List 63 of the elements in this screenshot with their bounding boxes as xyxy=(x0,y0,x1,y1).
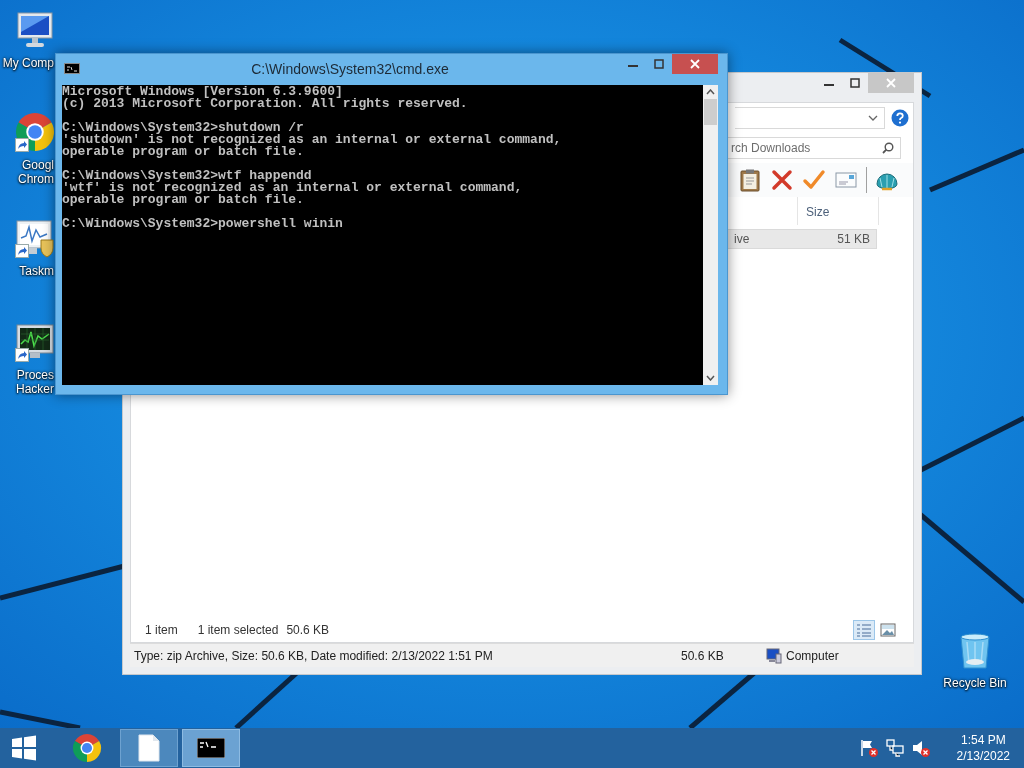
console-icon xyxy=(64,63,80,74)
file-row[interactable]: ive 51 KB xyxy=(727,229,877,249)
shortcut-icon xyxy=(15,244,29,258)
location-text: Computer xyxy=(786,648,839,663)
browser-icon xyxy=(72,733,102,763)
scroll-up-icon[interactable] xyxy=(706,89,715,95)
search-placeholder: rch Downloads xyxy=(731,141,811,155)
delete-icon[interactable] xyxy=(770,168,794,192)
maximize-icon xyxy=(654,59,664,69)
console-line: C:\Windows\System32>shutdown /r xyxy=(62,122,305,134)
speaker-icon[interactable] xyxy=(910,738,931,758)
image-icon xyxy=(880,623,896,637)
size-text: 50.6 KB xyxy=(680,648,725,663)
document-icon xyxy=(138,734,160,762)
console-line: operable program or batch file. xyxy=(62,146,305,158)
chevron-down-icon[interactable] xyxy=(868,115,878,121)
file-details-text: Type: zip Archive, Size: 50.6 KB, Date modified: 2/13/2022 1:51 PM xyxy=(133,648,494,663)
console-line: operable program or batch file. xyxy=(62,194,305,206)
status-text: 1 item xyxy=(145,623,178,637)
icon-label[interactable]: Recycle Bin xyxy=(943,676,1007,690)
help-icon[interactable] xyxy=(891,109,909,127)
status-text: 50.6 KB xyxy=(286,623,330,637)
computer-icon xyxy=(766,647,782,664)
taskbar-button[interactable] xyxy=(182,729,240,767)
scrollbar[interactable] xyxy=(703,85,718,385)
clock-date[interactable]: 2/13/2022 xyxy=(956,748,1010,764)
close-icon xyxy=(690,59,700,69)
shortcut-icon xyxy=(15,138,29,152)
console-icon xyxy=(197,738,225,758)
clipboard-icon[interactable] xyxy=(738,168,762,192)
icon-label[interactable]: Chrom xyxy=(18,172,54,186)
icon-label[interactable]: Hacker xyxy=(16,382,54,396)
preview-view-button[interactable] xyxy=(877,620,899,640)
console-line: 'shutdown' is not recognized as an internal or external command, xyxy=(62,134,563,146)
checkmark-icon[interactable] xyxy=(802,168,826,192)
scroll-down-icon[interactable] xyxy=(706,375,715,381)
search-icon[interactable] xyxy=(882,142,894,154)
window-title: C:\Windows\System32\cmd.exe xyxy=(250,60,450,77)
close-icon xyxy=(886,78,896,88)
icon-label[interactable]: Taskm xyxy=(19,264,54,278)
network-icon[interactable] xyxy=(884,738,905,758)
column-header[interactable]: Size xyxy=(797,197,879,225)
computer-icon[interactable] xyxy=(15,10,55,50)
windows-logo-icon xyxy=(11,735,37,761)
flag-icon[interactable] xyxy=(858,738,879,758)
close-button[interactable] xyxy=(672,54,718,74)
console-line: Microsoft Windows [Version 6.3.9600] xyxy=(62,86,344,98)
file-cell-text: ive xyxy=(734,232,750,246)
maximize-icon xyxy=(850,78,860,88)
icon-label[interactable]: Proces xyxy=(16,368,54,382)
scroll-thumb[interactable] xyxy=(704,99,717,125)
shortcut-icon xyxy=(15,348,29,362)
details-view-icon xyxy=(856,623,872,637)
console-line: C:\Windows\System32>wtf happendd xyxy=(62,170,312,182)
console-line: (c) 2013 Microsoft Corporation. All rights reserved. xyxy=(62,98,469,110)
clock-time[interactable]: 1:54 PM xyxy=(960,732,1006,748)
status-text: 1 item selected xyxy=(197,623,279,637)
console-line: C:\Windows\System32>powershell winin xyxy=(62,218,344,230)
icon-label[interactable]: My Comp xyxy=(2,56,54,70)
file-cell-text: 51 KB xyxy=(837,232,870,246)
icon-label[interactable]: Googl xyxy=(21,158,54,172)
search-field[interactable]: rch Downloads xyxy=(727,137,901,159)
console-line: 'wtf' is not recognized as an internal or external command, xyxy=(62,182,524,194)
